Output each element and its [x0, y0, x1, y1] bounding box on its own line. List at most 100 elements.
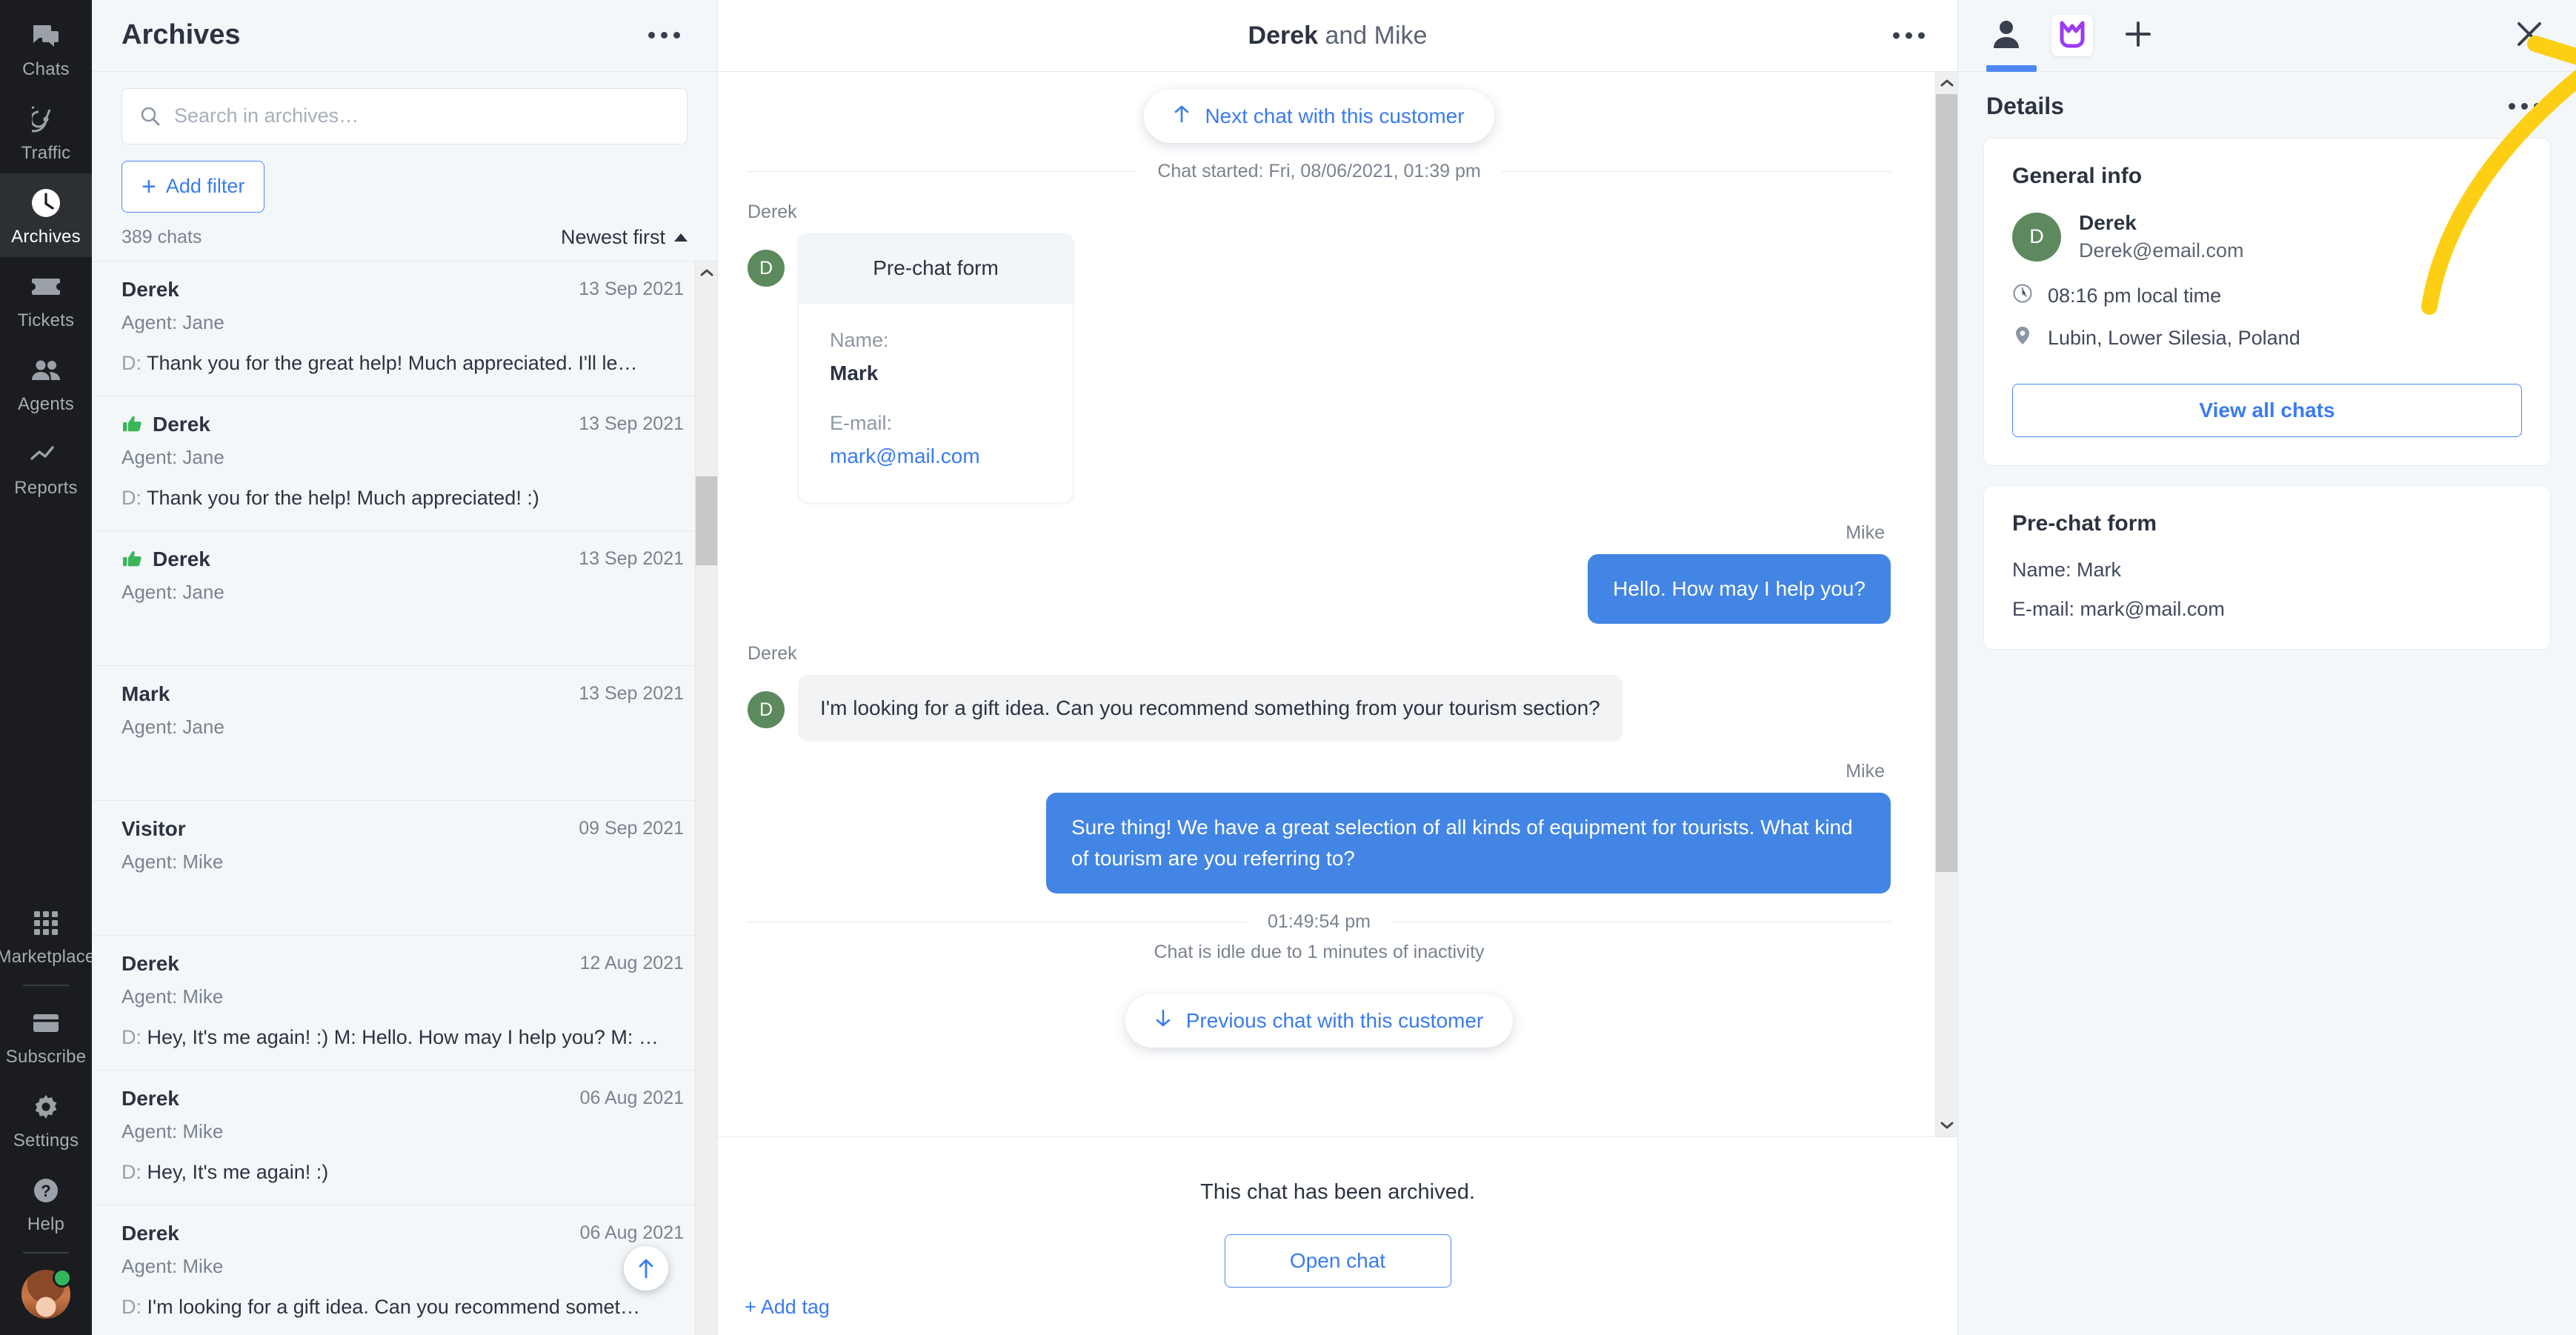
- list-item[interactable]: Mark 13 Sep 2021 Agent: Jane: [92, 666, 717, 801]
- avatar: D: [748, 691, 785, 728]
- customer-name: Derek: [2079, 211, 2137, 234]
- plus-icon: +: [142, 172, 156, 201]
- archived-message: This chat has been archived.: [1200, 1180, 1475, 1204]
- list-item[interactable]: Derek 06 Aug 2021 Agent: Mike D: Hey, It…: [92, 1071, 717, 1205]
- prechat-form-heading: Pre-chat form: [799, 234, 1073, 304]
- clock-icon: [27, 186, 64, 220]
- sidebar-item-subscribe[interactable]: Subscribe: [0, 993, 92, 1077]
- add-filter-label: Add filter: [165, 175, 245, 198]
- list-item[interactable]: Derek 13 Sep 2021 Agent: Jane: [92, 531, 717, 666]
- list-item-date: 13 Sep 2021: [579, 683, 684, 705]
- scroll-up-icon[interactable]: [1936, 72, 1957, 94]
- archives-header: Archives: [92, 0, 717, 72]
- snippet-prefix: D:: [122, 1295, 142, 1318]
- customer-identity: Derek Derek@email.com: [2079, 211, 2243, 262]
- list-item-name-wrap: Derek: [122, 1222, 179, 1245]
- list-item-name-wrap: Derek: [122, 547, 210, 571]
- sort-control[interactable]: Newest first: [561, 226, 688, 249]
- sidebar-item-agents[interactable]: Agents: [0, 341, 92, 425]
- scroll-down-icon[interactable]: [1936, 1114, 1957, 1136]
- avatar: D: [748, 250, 785, 287]
- idle-time-divider: 01:49:54 pm: [748, 911, 1891, 933]
- message-row: D Pre-chat form Name: Mark E-mail: mark@…: [748, 233, 1891, 503]
- list-item-snippet: D: Thank you for the help! Much apprecia…: [122, 487, 684, 510]
- open-chat-button[interactable]: Open chat: [1224, 1234, 1451, 1288]
- thumbs-up-icon: [122, 413, 144, 436]
- chat-body: Next chat with this customer Chat starte…: [718, 72, 1957, 1136]
- list-item-date: 09 Sep 2021: [579, 818, 684, 839]
- chat-scrollbar[interactable]: [1935, 72, 1957, 1136]
- chat-started-divider: Chat started: Fri, 08/06/2021, 01:39 pm: [748, 161, 1891, 182]
- sidebar-item-traffic[interactable]: Traffic: [0, 90, 92, 173]
- search-box[interactable]: [122, 87, 688, 144]
- list-item[interactable]: Derek 12 Aug 2021 Agent: Mike D: Hey, It…: [92, 936, 717, 1071]
- snippet-prefix: D:: [122, 351, 142, 374]
- previous-chat-wrap: Previous chat with this customer: [748, 993, 1891, 1059]
- chat-more-button[interactable]: [1886, 25, 1932, 47]
- list-item-agent: Agent: Jane: [122, 310, 224, 333]
- chat-scrollbar-thumb[interactable]: [1936, 94, 1957, 872]
- list-item-date: 06 Aug 2021: [579, 1088, 684, 1109]
- list-item-agent: Agent: Jane: [122, 445, 224, 468]
- list-item-top: Visitor 09 Sep 2021: [122, 817, 684, 841]
- user-avatar[interactable]: [21, 1268, 72, 1319]
- message-author: Mike: [1846, 522, 1885, 543]
- prechat-email-line: E-mail: mark@mail.com: [2012, 598, 2225, 620]
- list-item[interactable]: Derek 13 Sep 2021 Agent: Jane D: Thank y…: [92, 396, 717, 531]
- sidebar-label-tickets: Tickets: [17, 310, 75, 330]
- archives-scrollbar[interactable]: [695, 261, 717, 1335]
- scroll-to-top-button[interactable]: [624, 1246, 668, 1291]
- list-item[interactable]: Derek 13 Sep 2021 Agent: Jane D: Thank y…: [92, 262, 717, 396]
- chat-title: Derek and Mike: [1248, 21, 1428, 50]
- next-chat-button[interactable]: Next chat with this customer: [1144, 90, 1494, 143]
- prechat-email-value[interactable]: mark@mail.com: [830, 445, 1042, 468]
- idle-note: Chat is idle due to 1 minutes of inactiv…: [1154, 941, 1485, 962]
- list-item-date: 13 Sep 2021: [579, 548, 684, 570]
- previous-chat-button[interactable]: Previous chat with this customer: [1125, 993, 1514, 1048]
- add-filter-button[interactable]: + Add filter: [122, 160, 265, 213]
- sidebar-item-archives[interactable]: Archives: [0, 173, 92, 257]
- page-title: Archives: [122, 19, 241, 51]
- tab-customer-details[interactable]: [1983, 10, 2037, 72]
- add-widget-button[interactable]: [2115, 10, 2161, 61]
- message-block: Derek D Pre-chat form Name: Mark E-mail:…: [748, 202, 1891, 503]
- archives-more-button[interactable]: [641, 24, 688, 46]
- close-details-button[interactable]: [2508, 13, 2551, 59]
- rail-divider-top: [23, 985, 69, 986]
- message-block: Mike Sure thing! We have a great selecti…: [748, 761, 1891, 893]
- thumbs-up-icon: [122, 548, 144, 570]
- details-title: Details: [1986, 93, 2064, 119]
- sidebar-item-chats[interactable]: Chats: [0, 6, 92, 90]
- sidebar-item-marketplace[interactable]: Marketplace: [0, 893, 95, 977]
- list-item[interactable]: Visitor 09 Sep 2021 Agent: Mike: [92, 801, 717, 936]
- app-root: Chats Traffic Archives Tickets Agents Re…: [0, 0, 2576, 1335]
- plus-icon: [2123, 19, 2153, 53]
- location-pin-icon: [2012, 325, 2033, 351]
- list-item-name: Derek: [122, 1086, 179, 1110]
- view-all-chats-button[interactable]: View all chats: [2012, 384, 2522, 437]
- add-tag-button[interactable]: + Add tag: [745, 1296, 830, 1319]
- message-bubble-agent: Sure thing! We have a great selection of…: [1046, 792, 1891, 893]
- sidebar-item-help[interactable]: ? Help: [0, 1161, 92, 1245]
- message-block: Derek D I'm looking for a gift idea. Can…: [748, 643, 1891, 742]
- archives-scrollbar-thumb[interactable]: [696, 476, 717, 565]
- list-item-agent: Agent: Mike: [122, 1119, 224, 1142]
- sidebar-item-reports[interactable]: Reports: [0, 425, 92, 508]
- search-input[interactable]: [174, 104, 669, 128]
- list-item-date: 13 Sep 2021: [579, 413, 684, 435]
- local-time-value: 08:16 pm local time: [2048, 284, 2222, 307]
- scroll-up-icon[interactable]: [696, 262, 717, 284]
- help-icon: ?: [27, 1173, 64, 1208]
- sidebar-label-reports: Reports: [14, 478, 78, 498]
- tab-app-integration[interactable]: [2051, 15, 2093, 56]
- list-item-name: Mark: [122, 682, 170, 705]
- sidebar-item-tickets[interactable]: Tickets: [0, 257, 92, 341]
- local-time-row: 08:16 pm local time: [2012, 283, 2522, 309]
- sidebar-item-settings[interactable]: Settings: [0, 1077, 92, 1161]
- snippet-prefix: D:: [122, 1160, 142, 1183]
- details-more-button[interactable]: [2501, 96, 2548, 117]
- chat-header: Derek and Mike: [718, 0, 1957, 72]
- list-item-agent: Agent: Jane: [122, 580, 224, 603]
- prechat-form-body: Name: Mark E-mail: mark@mail.com: [799, 304, 1073, 502]
- snippet-text: I'm looking for a gift idea. Can you rec…: [147, 1295, 640, 1318]
